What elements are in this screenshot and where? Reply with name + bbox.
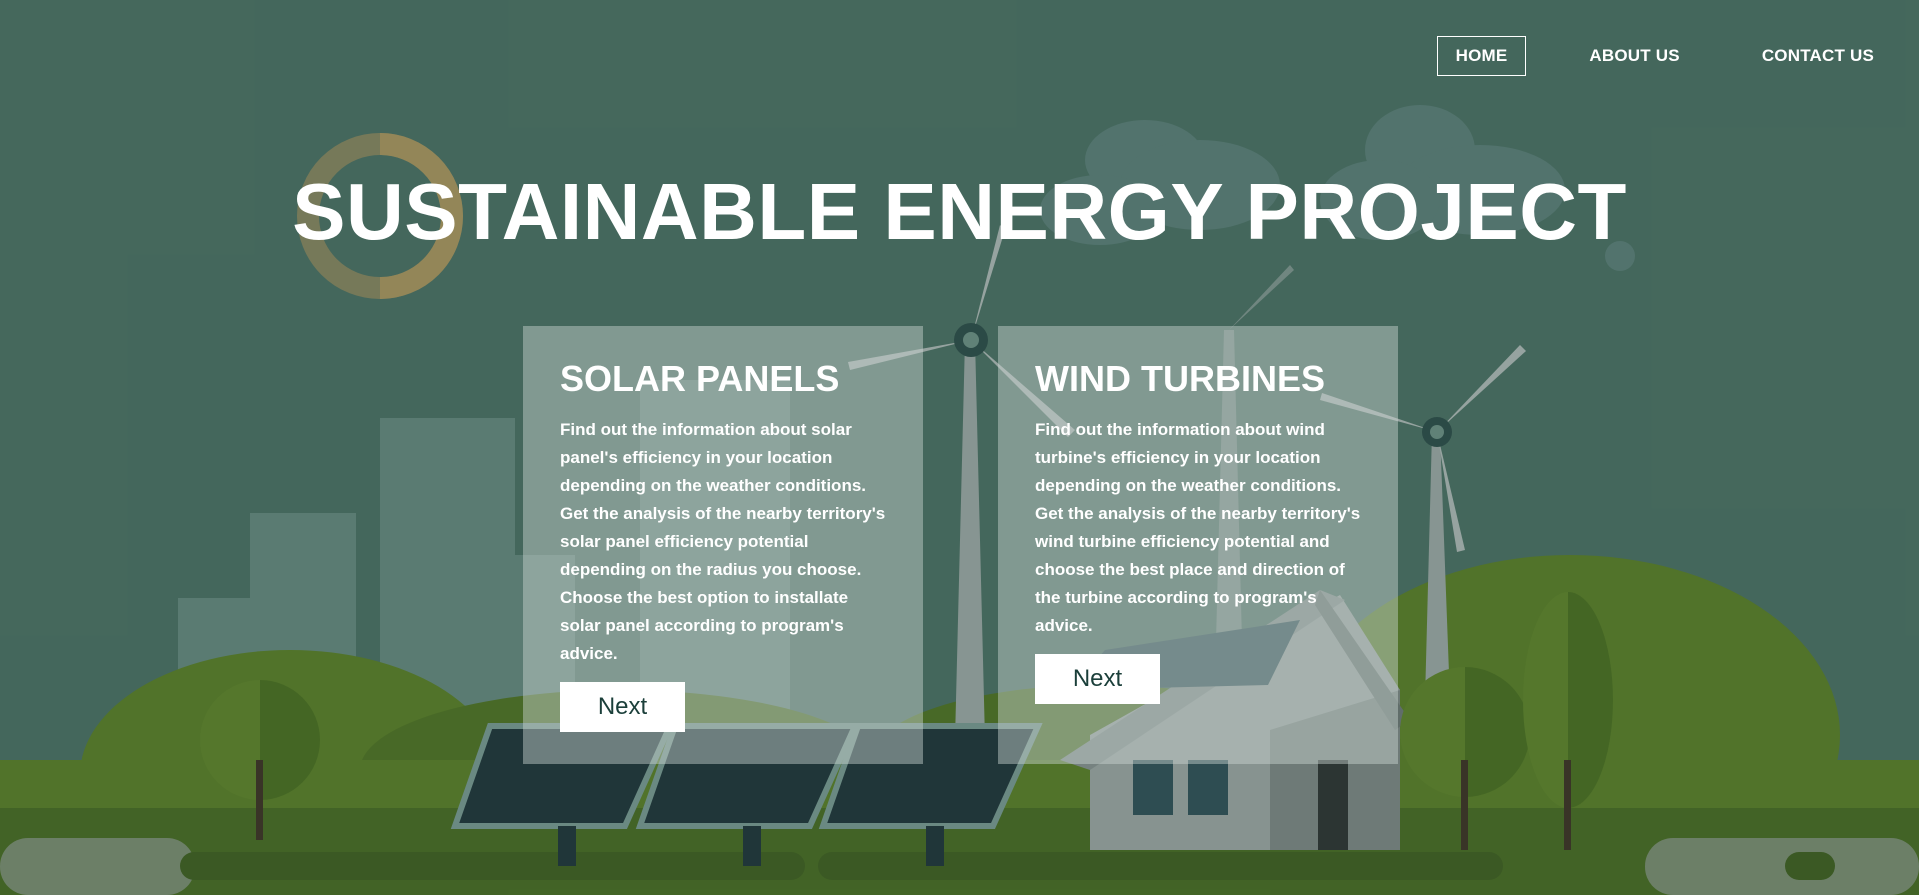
solar-panels-card: SOLAR PANELS Find out the information ab… (523, 326, 923, 764)
solar-next-button[interactable]: Next (560, 682, 685, 732)
page-title: SUSTAINABLE ENERGY PROJECT (292, 167, 1627, 256)
nav-contact-link[interactable]: CONTACT US (1743, 36, 1893, 76)
main-nav: HOME ABOUT US CONTACT US (1436, 36, 1893, 76)
card-title: SOLAR PANELS (560, 358, 840, 399)
wind-next-button[interactable]: Next (1035, 654, 1160, 704)
background-illustration (0, 0, 1919, 895)
card-title: WIND TURBINES (1035, 358, 1325, 399)
card-description: Find out the information about wind turb… (1035, 420, 1361, 635)
wind-turbines-card: WIND TURBINES Find out the information a… (998, 326, 1398, 764)
card-description: Find out the information about solar pan… (560, 420, 886, 663)
nav-about-link[interactable]: ABOUT US (1570, 36, 1698, 76)
nav-home-link[interactable]: HOME (1436, 36, 1527, 76)
